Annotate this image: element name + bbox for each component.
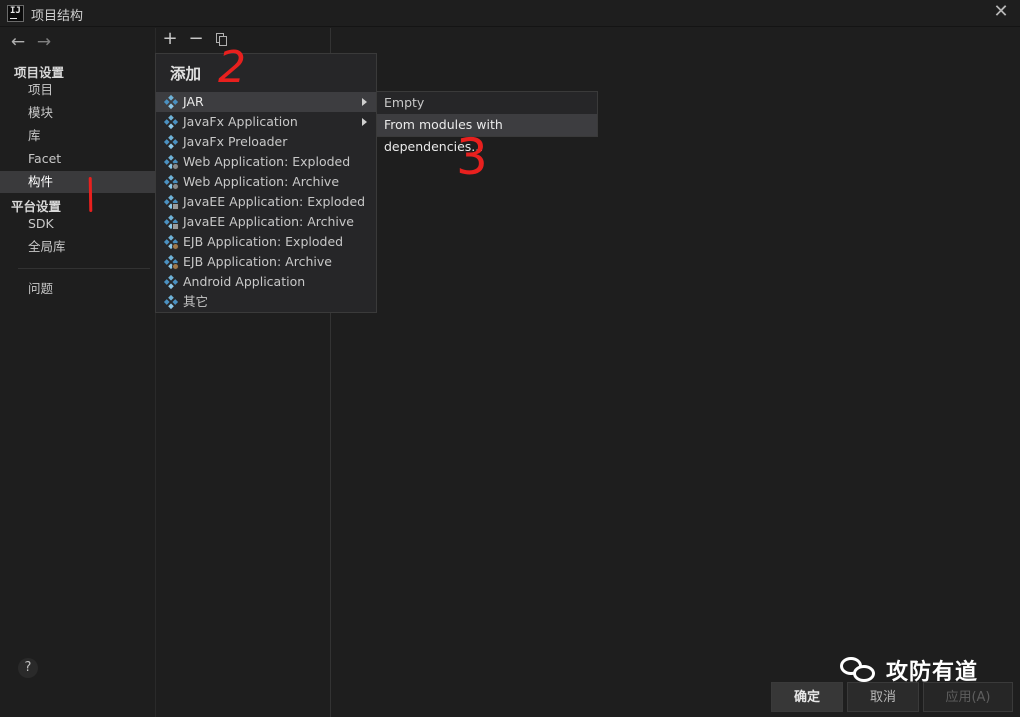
cancel-button[interactable]: 取消 bbox=[847, 682, 919, 712]
menu-item-javaee-archive[interactable]: JavaEE Application: Archive bbox=[156, 212, 376, 232]
submenu-arrow-icon bbox=[362, 118, 367, 126]
window-title: 项目结构 bbox=[31, 9, 84, 24]
submenu-arrow-icon bbox=[362, 98, 367, 106]
sidebar-item-sdk[interactable]: SDK bbox=[0, 213, 155, 235]
sidebar-divider bbox=[18, 268, 150, 269]
forward-arrow-icon[interactable]: → bbox=[33, 32, 55, 52]
sidebar-item-problems[interactable]: 问题 bbox=[0, 278, 155, 300]
menu-item-ejb-archive[interactable]: EJB Application: Archive bbox=[156, 252, 376, 272]
annotation-mark-2: 2 bbox=[218, 42, 246, 93]
menu-item-label: EJB Application: Exploded bbox=[183, 234, 344, 249]
menu-item-web-archive[interactable]: Web Application: Archive bbox=[156, 172, 376, 192]
sidebar-item-artifacts[interactable]: 构件 bbox=[0, 171, 155, 193]
sidebar-item-libraries[interactable]: 库 bbox=[0, 125, 155, 147]
ok-button[interactable]: 确定 bbox=[771, 682, 843, 712]
submenu-item-empty[interactable]: Empty bbox=[377, 92, 597, 114]
web-overlay-icon bbox=[172, 163, 179, 170]
menu-item-web-exploded[interactable]: Web Application: Exploded bbox=[156, 152, 376, 172]
menu-item-label: JavaEE Application: Archive bbox=[183, 214, 354, 229]
annotation-mark-1 bbox=[88, 176, 93, 213]
artifact-icon bbox=[164, 295, 178, 309]
sidebar-item-facets[interactable]: Facet bbox=[0, 148, 155, 170]
menu-item-javaee-exploded[interactable]: JavaEE Application: Exploded bbox=[156, 192, 376, 212]
menu-item-jar[interactable]: JAR bbox=[156, 92, 376, 112]
menu-item-android-application[interactable]: Android Application bbox=[156, 272, 376, 292]
close-button[interactable]: ✕ bbox=[992, 3, 1010, 21]
add-button[interactable]: + bbox=[161, 29, 179, 49]
menu-item-label: JavaFx Application bbox=[183, 114, 298, 129]
artifact-icon bbox=[164, 135, 178, 149]
artifact-type-list: JAR JavaFx Application JavaFx Preloader … bbox=[156, 92, 376, 312]
nav-arrows: ← → bbox=[7, 32, 55, 52]
menu-item-ejb-exploded[interactable]: EJB Application: Exploded bbox=[156, 232, 376, 252]
web-overlay-icon bbox=[172, 183, 179, 190]
artifact-icon bbox=[164, 95, 178, 109]
menu-item-label: Web Application: Exploded bbox=[183, 154, 351, 169]
menu-item-label: EJB Application: Archive bbox=[183, 254, 332, 269]
menu-item-javafx-preloader[interactable]: JavaFx Preloader bbox=[156, 132, 376, 152]
menu-item-other[interactable]: 其它 bbox=[156, 292, 376, 312]
sidebar-item-project[interactable]: 项目 bbox=[0, 79, 155, 101]
title-bar: IJ 项目结构 ✕ bbox=[0, 0, 1020, 27]
back-arrow-icon[interactable]: ← bbox=[7, 32, 29, 52]
ejb-overlay-icon bbox=[172, 243, 179, 250]
menu-item-label: JavaEE Application: Exploded bbox=[183, 194, 366, 209]
menu-item-label: 其它 bbox=[183, 294, 209, 309]
menu-item-label: JAR bbox=[183, 94, 204, 109]
sidebar-item-modules[interactable]: 模块 bbox=[0, 102, 155, 124]
javaee-overlay-icon bbox=[172, 223, 179, 230]
sidebar: ← → 项目设置 项目 模块 库 Facet 构件 平台设置 SDK 全局库 问题… bbox=[0, 28, 155, 717]
annotation-mark-3: 3 bbox=[456, 128, 488, 186]
remove-button[interactable]: − bbox=[187, 29, 205, 49]
artifact-icon bbox=[164, 275, 178, 289]
menu-item-label: Android Application bbox=[183, 274, 306, 289]
add-artifact-popup: 添加 JAR JavaFx Application JavaFx Preload… bbox=[155, 53, 377, 313]
ejb-overlay-icon bbox=[172, 263, 179, 270]
sidebar-item-global-libraries[interactable]: 全局库 bbox=[0, 236, 155, 258]
help-button[interactable]: ? bbox=[18, 658, 38, 678]
popup-title: 添加 bbox=[170, 65, 202, 83]
artifact-icon bbox=[164, 115, 178, 129]
menu-item-javafx-application[interactable]: JavaFx Application bbox=[156, 112, 376, 132]
intellij-app-icon: IJ bbox=[7, 5, 24, 22]
apply-button[interactable]: 应用(A) bbox=[923, 682, 1013, 712]
menu-item-label: Web Application: Archive bbox=[183, 174, 340, 189]
menu-item-label: JavaFx Preloader bbox=[183, 134, 288, 149]
javaee-overlay-icon bbox=[172, 203, 179, 210]
